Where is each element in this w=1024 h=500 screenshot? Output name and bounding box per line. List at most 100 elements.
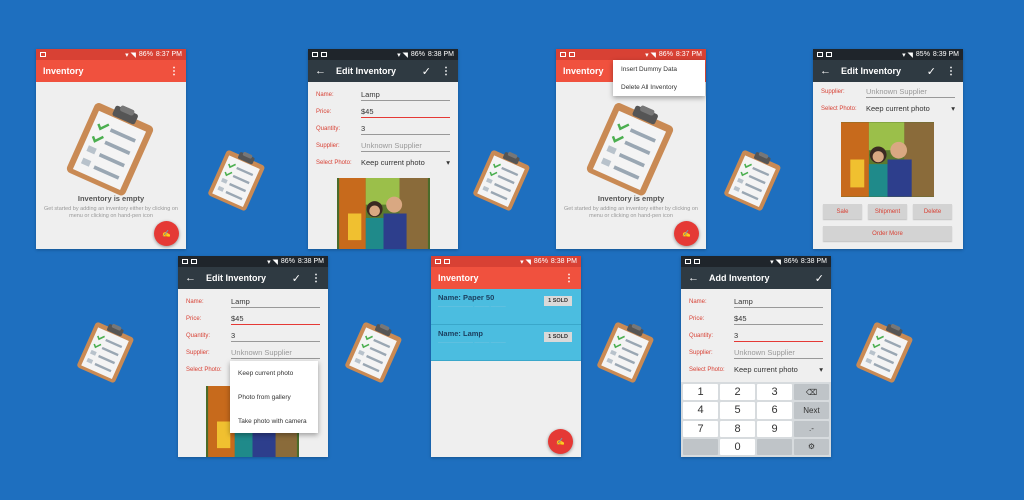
photo-select-value: Keep current photo: [866, 104, 930, 113]
battery-level: 86%: [138, 51, 153, 58]
photo-select[interactable]: Keep current photo ▾: [866, 103, 955, 114]
overflow-menu: Insert Dummy Data Delete All Inventory: [613, 60, 705, 96]
price-label: Price:: [186, 315, 202, 322]
option-take-photo-camera[interactable]: Take photo with camera: [230, 409, 318, 433]
status-bar: ▾ ◥ 86% 8:37 PM: [36, 49, 186, 60]
clock: 8:38 PM: [800, 258, 827, 265]
name-field[interactable]: Lamp: [734, 296, 823, 308]
sold-button[interactable]: 1 SOLD: [544, 332, 572, 342]
option-keep-current-photo[interactable]: Keep current photo: [230, 361, 318, 385]
app-bar: ← Edit Inventory ✓ ⋮: [813, 60, 963, 82]
status-bar: ▾ ◥ 85% 8:39 PM: [813, 49, 963, 60]
key-2[interactable]: 2: [720, 384, 755, 401]
backspace-icon[interactable]: ⌫: [794, 384, 829, 401]
key-blank-left: [683, 438, 718, 455]
key-8[interactable]: 8: [720, 420, 755, 437]
order-more-button[interactable]: Order More: [823, 226, 952, 241]
supplier-field[interactable]: Unknown Supplier: [734, 347, 823, 359]
clipboard-icon: [72, 315, 139, 388]
photo-options-dropdown: Keep current photo Photo from gallery Ta…: [230, 361, 318, 433]
key-9[interactable]: 9: [757, 420, 792, 437]
overflow-menu-icon[interactable]: ⋮: [311, 273, 321, 284]
app-bar: Inventory ⋮: [431, 267, 581, 289]
quantity-label: Quantity:: [316, 125, 341, 132]
hand-pen-icon: ✍: [556, 438, 565, 446]
app-bar: ← Edit Inventory ✓ ⋮: [308, 60, 458, 82]
quantity-label: Quantity:: [689, 332, 714, 339]
supplier-field[interactable]: Unknown Supplier: [361, 140, 450, 152]
screen-add-inventory: ▾ ◥ 86% 8:38 PM ← Add Inventory ✓ Name: Lamp …: [681, 256, 831, 457]
photo-label: Select Photo:: [316, 159, 352, 166]
quantity-field[interactable]: 3: [361, 123, 450, 135]
screen-inventory-empty: ▾ ◥ 86% 8:37 PM Inventory ⋮ Inventory is em…: [36, 49, 186, 249]
price-field[interactable]: $45: [231, 313, 320, 325]
app-title: Edit Inventory: [206, 273, 267, 283]
key-next[interactable]: Next: [794, 402, 829, 419]
numeric-keyboard: 1 2 3 ⌫ 4 5 6 Next 7 8 9 .- 0 ⚙: [681, 382, 831, 457]
price-field[interactable]: $45: [361, 106, 450, 118]
list-item[interactable]: Name: Lamp ——————— ——— ——— 1 SOLD: [431, 325, 581, 361]
quantity-field[interactable]: 3: [231, 330, 320, 342]
overflow-menu-icon[interactable]: ⋮: [441, 66, 451, 77]
back-arrow-icon[interactable]: ←: [315, 65, 326, 77]
supplier-field[interactable]: Unknown Supplier: [866, 86, 955, 98]
overflow-menu-icon[interactable]: ⋮: [946, 66, 956, 77]
list-item[interactable]: Name: Paper 50 ——————— ——— ——— 1 SOLD: [431, 289, 581, 325]
supplier-field[interactable]: Unknown Supplier: [231, 347, 320, 359]
status-bar: ▾ ◥ 86% 8:38 PM: [431, 256, 581, 267]
key-dot-minus[interactable]: .-: [794, 420, 829, 437]
app-bar: ← Add Inventory ✓: [681, 267, 831, 289]
shipment-button[interactable]: Shipment: [868, 204, 907, 219]
screen-edit-inventory-detail: ▾ ◥ 85% 8:39 PM ← Edit Inventory ✓ ⋮ Supplier…: [813, 49, 963, 249]
overflow-menu-icon[interactable]: ⋮: [169, 66, 179, 77]
clipboard-icon: [59, 92, 163, 201]
sold-button[interactable]: 1 SOLD: [544, 296, 572, 306]
price-field[interactable]: $45: [734, 313, 823, 325]
overflow-menu-icon[interactable]: ⋮: [564, 273, 574, 284]
photo-select[interactable]: Keep current photo ▾: [361, 157, 450, 168]
photo-label: Select Photo:: [821, 105, 857, 112]
key-6[interactable]: 6: [757, 402, 792, 419]
key-7[interactable]: 7: [683, 420, 718, 437]
key-5[interactable]: 5: [720, 402, 755, 419]
app-title: Edit Inventory: [336, 66, 397, 76]
check-icon[interactable]: ✓: [292, 272, 301, 285]
key-4[interactable]: 4: [683, 402, 718, 419]
check-icon[interactable]: ✓: [927, 65, 936, 78]
photo-label: Select Photo:: [689, 366, 725, 373]
quantity-field[interactable]: 3: [734, 330, 823, 342]
photo-select-value: Keep current photo: [734, 365, 798, 374]
key-3[interactable]: 3: [757, 384, 792, 401]
clock: 8:38 PM: [550, 258, 577, 265]
photo-label: Select Photo:: [186, 366, 222, 373]
supplier-label: Supplier:: [689, 349, 713, 356]
back-arrow-icon[interactable]: ←: [185, 272, 196, 284]
hand-pen-icon: ✍: [682, 230, 691, 238]
back-arrow-icon[interactable]: ←: [820, 65, 831, 77]
add-fab[interactable]: ✍: [154, 221, 179, 246]
app-title: Edit Inventory: [841, 66, 902, 76]
name-field[interactable]: Lamp: [231, 296, 320, 308]
menu-item-delete-all[interactable]: Delete All Inventory: [613, 78, 705, 96]
photo-select[interactable]: Keep current photo ▾: [734, 364, 823, 375]
app-title: Add Inventory: [709, 273, 770, 283]
app-bar: Inventory ⋮: [36, 60, 186, 82]
add-fab[interactable]: ✍: [674, 221, 699, 246]
back-arrow-icon[interactable]: ←: [688, 272, 699, 284]
empty-title: Inventory is empty: [77, 194, 145, 203]
key-1[interactable]: 1: [683, 384, 718, 401]
sale-button[interactable]: Sale: [823, 204, 862, 219]
status-bar: ▾ ◥ 86% 8:37 PM: [556, 49, 706, 60]
add-fab[interactable]: ✍: [548, 429, 573, 454]
settings-icon[interactable]: ⚙: [794, 438, 829, 455]
screen-edit-inventory: ▾ ◥ 86% 8:38 PM ← Edit Inventory ✓ ⋮ Name: Lam…: [308, 49, 458, 249]
key-0[interactable]: 0: [720, 438, 755, 455]
menu-item-insert-dummy[interactable]: Insert Dummy Data: [613, 60, 705, 78]
price-label: Price:: [689, 315, 705, 322]
name-field[interactable]: Lamp: [361, 89, 450, 101]
check-icon[interactable]: ✓: [815, 272, 824, 285]
check-icon[interactable]: ✓: [422, 65, 431, 78]
app-title: Inventory: [43, 66, 84, 76]
option-photo-from-gallery[interactable]: Photo from gallery: [230, 385, 318, 409]
delete-button[interactable]: Delete: [913, 204, 952, 219]
